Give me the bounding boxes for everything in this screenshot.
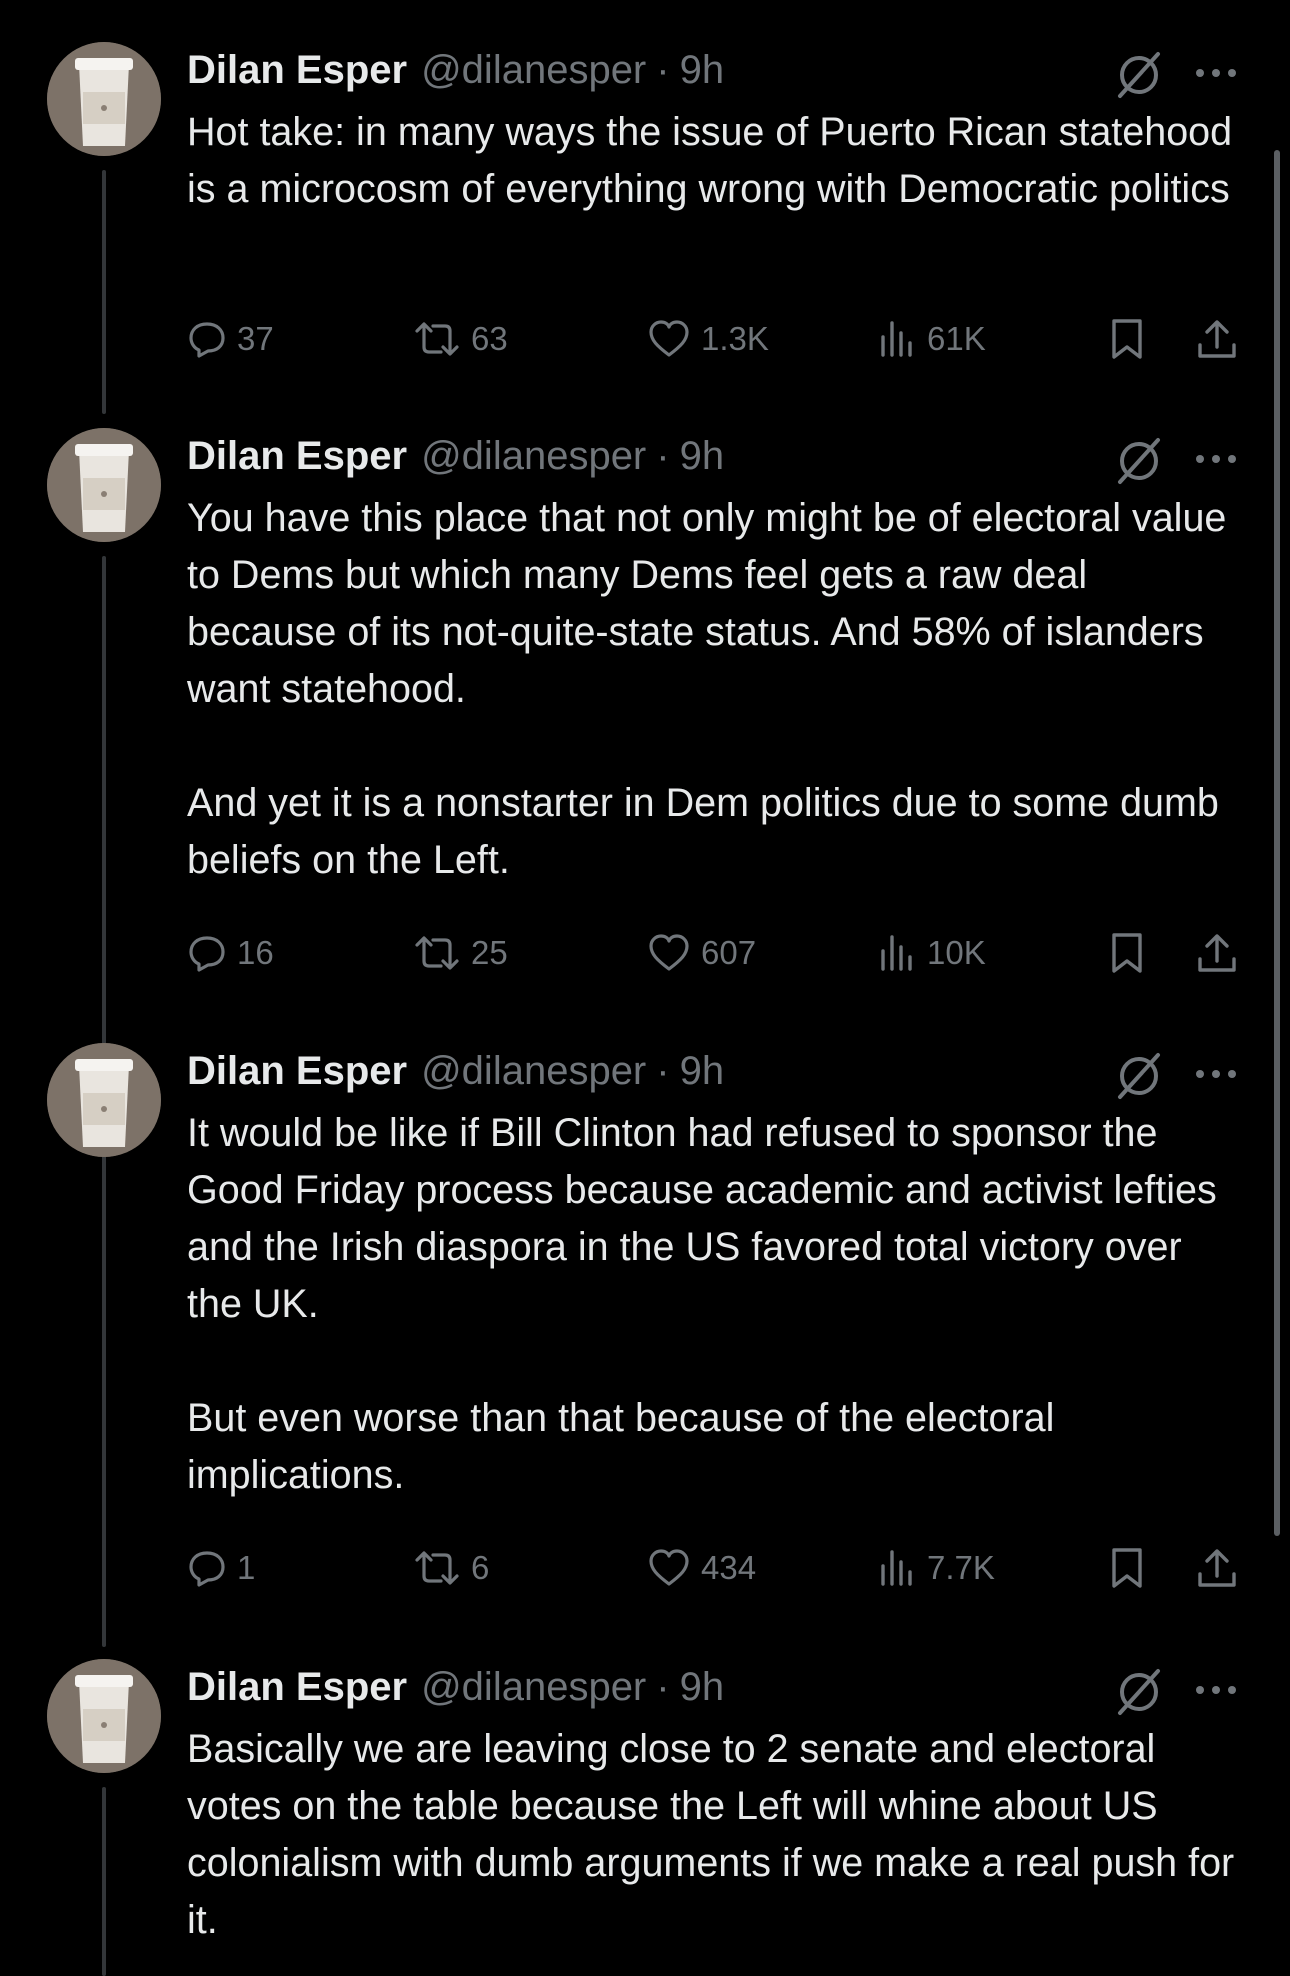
tweet-paragraph: And yet it is a nonstarter in Dem politi… bbox=[187, 781, 1219, 882]
reply-icon bbox=[189, 936, 225, 972]
views-icon bbox=[881, 1550, 912, 1586]
tweet-header: Dilan Esper @dilanesper · 9h bbox=[187, 430, 724, 482]
share-button[interactable] bbox=[1195, 926, 1239, 980]
tweet-actions: 1 6 434 7.7K bbox=[187, 1541, 1247, 1595]
tweet-paragraph: You have this place that not only might … bbox=[187, 496, 1227, 711]
tweet-paragraph: Hot take: in many ways the issue of Puer… bbox=[187, 110, 1233, 211]
tweet-text: Basically we are leaving close to 2 sena… bbox=[187, 1721, 1247, 1949]
heart-icon bbox=[649, 934, 689, 971]
tweet-text: It would be like if Bill Clinton had ref… bbox=[187, 1105, 1247, 1504]
retweet-button[interactable]: 63 bbox=[413, 312, 508, 366]
retweet-icon bbox=[415, 322, 459, 356]
tweet-header: Dilan Esper @dilanesper · 9h bbox=[187, 44, 724, 96]
reply-icon bbox=[189, 1551, 225, 1587]
author-name[interactable]: Dilan Esper bbox=[187, 48, 407, 93]
separator-dot: · bbox=[656, 1664, 670, 1709]
retweet-icon bbox=[415, 1551, 459, 1585]
more-icon[interactable] bbox=[1192, 58, 1240, 88]
tweet-paragraph: But even worse than that because of the … bbox=[187, 1396, 1055, 1497]
grok-icon[interactable] bbox=[1112, 434, 1166, 488]
more-icon[interactable] bbox=[1192, 1059, 1240, 1089]
reply-count: 16 bbox=[237, 934, 274, 971]
reply-button[interactable]: 37 bbox=[187, 312, 274, 366]
timestamp[interactable]: 9h bbox=[680, 434, 725, 479]
bookmark-icon bbox=[1112, 319, 1142, 359]
share-button[interactable] bbox=[1195, 1541, 1239, 1595]
timestamp[interactable]: 9h bbox=[680, 1665, 725, 1710]
tweet-paragraph: It would be like if Bill Clinton had ref… bbox=[187, 1111, 1217, 1326]
retweet-button[interactable]: 6 bbox=[413, 1541, 489, 1595]
tweet-text: Hot take: in many ways the issue of Puer… bbox=[187, 104, 1247, 218]
scrollbar[interactable] bbox=[1274, 150, 1280, 1536]
more-icon[interactable] bbox=[1192, 444, 1240, 474]
grok-icon[interactable] bbox=[1112, 1049, 1166, 1103]
retweet-count: 6 bbox=[471, 1549, 490, 1586]
reply-icon bbox=[189, 322, 225, 358]
thread-line bbox=[102, 1171, 106, 1647]
like-count: 607 bbox=[701, 934, 757, 971]
like-count: 434 bbox=[701, 1549, 757, 1586]
grok-icon[interactable] bbox=[1112, 1665, 1166, 1719]
reply-button[interactable]: 1 bbox=[187, 1541, 255, 1595]
tweet-actions: 16 25 607 10K bbox=[187, 926, 1247, 980]
timestamp[interactable]: 9h bbox=[680, 48, 725, 93]
like-button[interactable]: 607 bbox=[647, 926, 756, 980]
share-icon bbox=[1198, 934, 1236, 972]
avatar[interactable] bbox=[47, 42, 161, 156]
views-count: 10K bbox=[927, 934, 986, 971]
more-icon[interactable] bbox=[1192, 1675, 1240, 1705]
views-icon bbox=[881, 935, 912, 971]
heart-icon bbox=[649, 320, 689, 357]
author-name[interactable]: Dilan Esper bbox=[187, 1665, 407, 1710]
like-button[interactable]: 434 bbox=[647, 1541, 756, 1595]
separator-dot: · bbox=[656, 47, 670, 92]
author-handle[interactable]: @dilanesper bbox=[421, 1665, 646, 1710]
avatar[interactable] bbox=[47, 1659, 161, 1773]
thread-line bbox=[102, 170, 106, 414]
avatar[interactable] bbox=[47, 428, 161, 542]
tweet-actions: 37 63 1.3K 61K bbox=[187, 312, 1247, 366]
author-handle[interactable]: @dilanesper bbox=[421, 434, 646, 479]
tweet-header: Dilan Esper @dilanesper · 9h bbox=[187, 1045, 724, 1097]
like-count: 1.3K bbox=[701, 320, 769, 357]
bookmark-button[interactable] bbox=[1107, 312, 1147, 366]
bookmark-button[interactable] bbox=[1107, 1541, 1147, 1595]
reply-button[interactable]: 16 bbox=[187, 926, 274, 980]
views-button[interactable]: 10K bbox=[877, 926, 986, 980]
share-icon bbox=[1198, 320, 1236, 358]
bookmark-icon bbox=[1112, 933, 1142, 973]
share-button[interactable] bbox=[1195, 312, 1239, 366]
retweet-count: 25 bbox=[471, 934, 508, 971]
heart-icon bbox=[649, 1549, 689, 1586]
avatar[interactable] bbox=[47, 1043, 161, 1157]
tweet-text: You have this place that not only might … bbox=[187, 490, 1247, 889]
separator-dot: · bbox=[656, 433, 670, 478]
reply-count: 37 bbox=[237, 320, 274, 357]
timestamp[interactable]: 9h bbox=[680, 1049, 725, 1094]
author-handle[interactable]: @dilanesper bbox=[421, 48, 646, 93]
views-button[interactable]: 7.7K bbox=[877, 1541, 995, 1595]
share-icon bbox=[1198, 1549, 1236, 1587]
tweet-paragraph: Basically we are leaving close to 2 sena… bbox=[187, 1727, 1235, 1942]
reply-count: 1 bbox=[237, 1549, 256, 1586]
author-handle[interactable]: @dilanesper bbox=[421, 1049, 646, 1094]
views-count: 7.7K bbox=[927, 1549, 995, 1586]
grok-icon[interactable] bbox=[1112, 48, 1166, 102]
author-name[interactable]: Dilan Esper bbox=[187, 434, 407, 479]
tweet-header: Dilan Esper @dilanesper · 9h bbox=[187, 1661, 724, 1713]
views-button[interactable]: 61K bbox=[877, 312, 986, 366]
bookmark-icon bbox=[1112, 1548, 1142, 1588]
retweet-button[interactable]: 25 bbox=[413, 926, 508, 980]
thread-line bbox=[102, 1787, 106, 1976]
bookmark-button[interactable] bbox=[1107, 926, 1147, 980]
author-name[interactable]: Dilan Esper bbox=[187, 1049, 407, 1094]
views-count: 61K bbox=[927, 320, 986, 357]
separator-dot: · bbox=[656, 1048, 670, 1093]
like-button[interactable]: 1.3K bbox=[647, 312, 769, 366]
retweet-icon bbox=[415, 936, 459, 970]
retweet-count: 63 bbox=[471, 320, 508, 357]
views-icon bbox=[881, 321, 912, 357]
